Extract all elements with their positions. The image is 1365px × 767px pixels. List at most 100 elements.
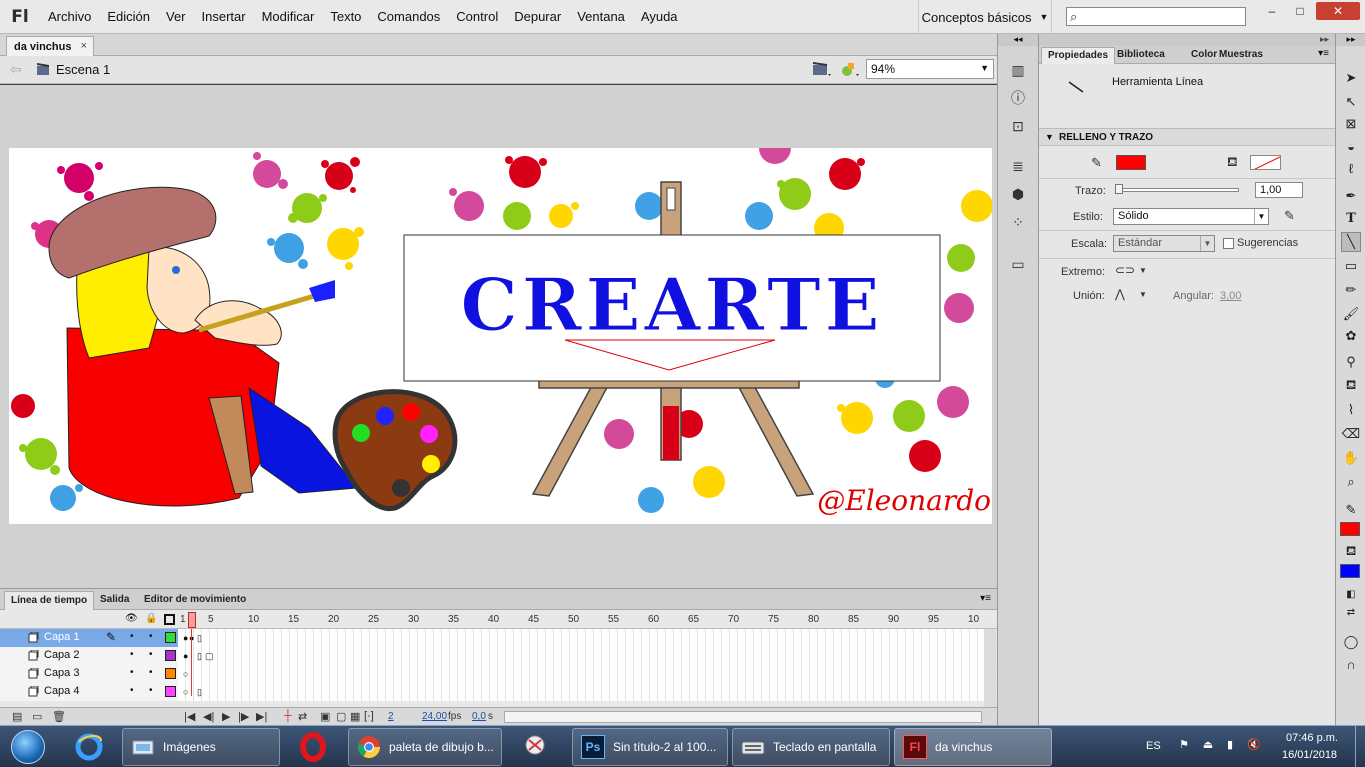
stroke-width-field[interactable]: 1,00 [1255, 182, 1303, 198]
snipping-tool-icon[interactable] [508, 728, 562, 766]
lock-icon[interactable]: 🔒 [145, 613, 157, 624]
layer-outline-color[interactable] [165, 686, 176, 697]
zoom-tool-icon[interactable]: ⌕ [1341, 472, 1361, 492]
layer-name[interactable]: Capa 2 [44, 649, 79, 661]
frame-number[interactable]: 85 [848, 614, 859, 625]
onion-skin-icon[interactable]: ▣ [320, 710, 330, 723]
subselection-tool-icon[interactable]: ↖ [1341, 92, 1361, 112]
frame-number[interactable]: 40 [488, 614, 499, 625]
layer-name[interactable]: Capa 1 [44, 631, 79, 643]
tab-library[interactable]: Biblioteca [1111, 47, 1171, 64]
panel-menu-icon[interactable]: ▾≡ [980, 593, 991, 604]
layer-name-cell[interactable]: Capa 2 • • [0, 647, 178, 665]
edit-scene-icon[interactable] [812, 60, 832, 78]
menu-ver[interactable]: Ver [158, 0, 194, 34]
outline-icon[interactable] [164, 614, 175, 625]
edit-multiple-icon[interactable]: ▦ [350, 710, 360, 723]
eraser-tool-icon[interactable]: ⌫ [1341, 424, 1361, 444]
layer-outline-color[interactable] [165, 632, 176, 643]
stroke-width-slider[interactable] [1115, 188, 1239, 192]
tab-motion-editor[interactable]: Editor de movimiento [138, 591, 252, 610]
menu-comandos[interactable]: Comandos [369, 0, 448, 34]
transform-panel-icon[interactable]: ⊡ [1008, 116, 1028, 136]
keyframe-marker[interactable]: ○ [183, 688, 188, 697]
center-frame-icon[interactable]: ┼ [284, 710, 292, 722]
menu-ayuda[interactable]: Ayuda [633, 0, 686, 34]
bone-tool-icon[interactable]: ⚲ [1341, 352, 1361, 372]
minimize-button[interactable]: – [1258, 2, 1286, 20]
taskbar-button-flash[interactable]: Fl da vinchus [894, 728, 1052, 766]
motion-presets-icon[interactable]: ⁘ [1008, 212, 1028, 232]
back-arrow-icon[interactable]: ⇦ [10, 61, 22, 78]
step-back-icon[interactable]: ◀| [203, 710, 214, 723]
fps-value[interactable]: 24,00 [422, 711, 447, 722]
new-folder-icon[interactable]: ▭ [32, 710, 42, 723]
code-snippets-icon[interactable]: ≣ [1008, 156, 1028, 176]
frame-number[interactable]: 10 [248, 614, 259, 625]
expand-panels-icon[interactable]: ◂◂ [998, 34, 1038, 46]
rectangle-tool-icon[interactable]: ▭ [1341, 256, 1361, 276]
frame-number[interactable]: 20 [328, 614, 339, 625]
chevron-down-icon[interactable]: ▼ [1139, 266, 1147, 275]
frame-ruler[interactable]: 1 5 10 15 20 25 30 35 40 45 50 55 60 65 70 75 80 85 90 95 10 [178, 610, 986, 629]
deco-tool-icon[interactable]: ✿ [1341, 326, 1361, 346]
zoom-dropdown[interactable]: 94% ▼ [866, 59, 994, 79]
layer-name-cell[interactable]: Capa 3 • • [0, 665, 178, 683]
layer-row[interactable]: Capa 1✎••●●▯ [0, 629, 997, 647]
eyedropper-tool-icon[interactable]: ⌇ [1341, 400, 1361, 420]
action-center-icon[interactable]: ⚑ [1176, 738, 1192, 754]
frame-cells[interactable]: ●●▯ [178, 629, 986, 647]
selection-tool-icon[interactable]: ➤ [1341, 68, 1361, 88]
frame-number[interactable]: 15 [288, 614, 299, 625]
style-dropdown[interactable]: Sólido ▼ [1113, 208, 1269, 225]
frame-number[interactable]: 60 [648, 614, 659, 625]
frame-number[interactable]: 5 [208, 614, 214, 625]
components-icon[interactable]: ⬢ [1008, 184, 1028, 204]
line-tool-icon[interactable]: ╲ [1341, 232, 1361, 252]
playhead[interactable] [188, 612, 196, 628]
show-desktop-button[interactable] [1355, 726, 1365, 767]
collapse-tools-icon[interactable]: ▸▸ [1336, 34, 1365, 46]
taskbar-button-keyboard[interactable]: Teclado en pantalla [732, 728, 890, 766]
onion-outline-icon[interactable]: ▢ [336, 710, 346, 723]
clock-time[interactable]: 07:46 p.m. [1286, 732, 1338, 744]
swap-colors-icon[interactable]: ⇄ [1341, 602, 1361, 622]
visibility-dot[interactable]: • [130, 631, 134, 642]
brush-tool-icon[interactable]: 🖌 [1341, 304, 1361, 324]
frame-number[interactable]: 90 [888, 614, 899, 625]
info-panel-icon[interactable]: ⓘ [1008, 88, 1028, 108]
frame-number[interactable]: 70 [728, 614, 739, 625]
stroke-width-slider-thumb[interactable] [1115, 184, 1123, 194]
tool-fill-color-swatch[interactable] [1340, 564, 1360, 578]
modify-markers-icon[interactable]: [·] [364, 710, 374, 722]
black-white-icon[interactable]: ◧ [1341, 584, 1361, 604]
lock-dot[interactable]: • [149, 631, 153, 642]
internet-explorer-icon[interactable] [62, 728, 116, 766]
miter-angular-value[interactable]: 3,00 [1220, 290, 1241, 302]
frame-number[interactable]: 95 [928, 614, 939, 625]
tool-stroke-color-swatch[interactable] [1340, 522, 1360, 536]
panel-menu-icon[interactable]: ▾≡ [1318, 48, 1329, 59]
keyframe-marker[interactable]: ▯ [197, 634, 202, 643]
menu-texto[interactable]: Texto [322, 0, 369, 34]
taskbar-button-chrome[interactable]: paleta de dibujo b... [348, 728, 502, 766]
frame-number[interactable]: 55 [608, 614, 619, 625]
trash-icon[interactable]: 🗑 [52, 710, 66, 723]
edit-stroke-style-icon[interactable]: ✎ [1284, 208, 1295, 224]
close-tab-icon[interactable]: × [81, 40, 87, 52]
keyframe-marker[interactable]: ▯ [197, 652, 202, 661]
play-icon[interactable]: ▶ [222, 710, 230, 723]
frame-number[interactable]: 25 [368, 614, 379, 625]
document-tab[interactable]: da vinchus × [6, 36, 94, 56]
menu-control[interactable]: Control [448, 0, 506, 34]
edit-symbol-icon[interactable] [840, 60, 860, 78]
pasteboard[interactable]: CREARTE @Eleonardo [0, 85, 997, 588]
keyframe-marker[interactable]: ● [183, 652, 188, 661]
frame-cells[interactable]: ○ [178, 665, 986, 683]
menu-modificar[interactable]: Modificar [254, 0, 323, 34]
network-icon[interactable]: ▮ [1222, 738, 1238, 754]
lasso-tool-icon[interactable]: ℓ [1341, 158, 1361, 178]
visibility-dot[interactable]: • [130, 667, 134, 678]
opera-icon[interactable] [286, 728, 340, 766]
layer-row[interactable]: Capa 3 • • ○ [0, 665, 997, 683]
